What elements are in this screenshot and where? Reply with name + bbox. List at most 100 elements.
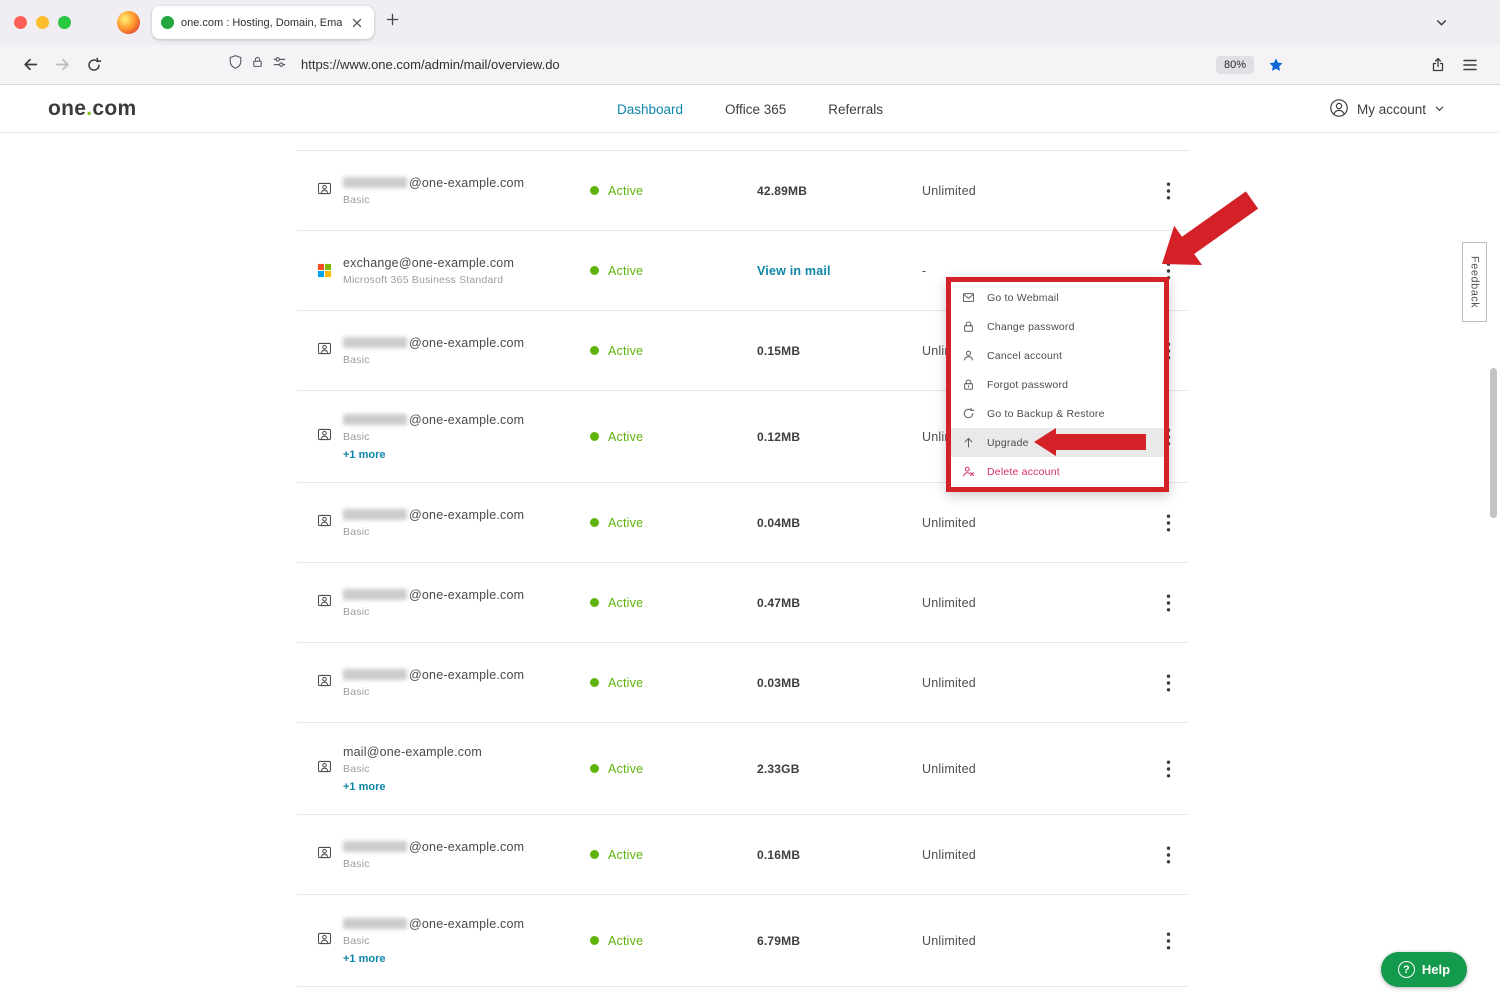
context-menu-item[interactable]: Forgot password bbox=[951, 370, 1164, 399]
zoom-level-badge[interactable]: 80% bbox=[1216, 56, 1254, 74]
row-actions-kebab-button[interactable] bbox=[1154, 509, 1182, 537]
email-domain: @one-example.com bbox=[409, 176, 524, 190]
nav-link-office-365[interactable]: Office 365 bbox=[725, 102, 786, 117]
menu-icon[interactable] bbox=[1454, 50, 1486, 80]
my-account-menu[interactable]: My account bbox=[1329, 85, 1445, 133]
row-actions-kebab-button[interactable] bbox=[1154, 177, 1182, 205]
status-cell: Active bbox=[587, 516, 752, 530]
plan-label: Basic bbox=[343, 194, 524, 206]
question-mark-icon: ? bbox=[1398, 961, 1415, 978]
redacted-email-local bbox=[343, 414, 407, 425]
mail-account-icon bbox=[317, 513, 332, 533]
macos-window-controls bbox=[14, 16, 71, 29]
context-menu-item[interactable]: Change password bbox=[951, 312, 1164, 341]
nav-link-referrals[interactable]: Referrals bbox=[828, 102, 883, 117]
shield-icon[interactable] bbox=[228, 54, 243, 75]
plan-label: Basic bbox=[343, 354, 524, 366]
context-menu-item[interactable]: Go to Webmail bbox=[951, 283, 1164, 312]
plan-label: Basic bbox=[343, 526, 524, 538]
status-cell: Active bbox=[587, 762, 752, 776]
row-actions-kebab-button[interactable] bbox=[1154, 755, 1182, 783]
more-accounts-link[interactable]: +1 more bbox=[343, 781, 482, 793]
email-domain: @one-example.com bbox=[409, 840, 524, 854]
plan-label: Basic bbox=[343, 858, 524, 870]
table-row: @one-example.com Basic Active 0.04MB Unl… bbox=[297, 483, 1189, 563]
tab-close-icon[interactable] bbox=[349, 15, 365, 31]
url-text[interactable]: https://www.one.com/admin/mail/overview.… bbox=[301, 57, 560, 72]
table-row: @one-example.com Basic Active 42.89MB Un… bbox=[297, 151, 1189, 231]
back-icon[interactable] bbox=[14, 50, 46, 80]
row-actions-kebab-button[interactable] bbox=[1154, 589, 1182, 617]
email-domain: @one-example.com bbox=[409, 668, 524, 682]
status-cell: Active bbox=[587, 344, 752, 358]
page-scrollbar-thumb[interactable] bbox=[1490, 368, 1497, 518]
row-actions-kebab-button[interactable] bbox=[1154, 841, 1182, 869]
email-cell: exchange@one-example.com Microsoft 365 B… bbox=[297, 256, 587, 286]
row-actions-kebab-button[interactable] bbox=[1154, 669, 1182, 697]
status-dot-icon bbox=[590, 764, 599, 773]
quota-value: Unlimited bbox=[917, 516, 1147, 530]
row-actions-kebab-button[interactable] bbox=[1154, 927, 1182, 955]
status-label: Active bbox=[608, 184, 643, 198]
quota-value: Unlimited bbox=[917, 596, 1147, 610]
email-cell: @one-example.com Basic bbox=[297, 508, 587, 538]
status-dot-icon bbox=[590, 266, 599, 275]
tab-overflow-chevron-icon[interactable] bbox=[1435, 16, 1448, 34]
status-label: Active bbox=[608, 430, 643, 444]
save-page-icon[interactable] bbox=[1422, 50, 1454, 80]
context-menu-item[interactable]: Delete account bbox=[951, 457, 1164, 486]
new-tab-button[interactable] bbox=[386, 13, 399, 31]
nav-link-dashboard[interactable]: Dashboard bbox=[617, 102, 683, 117]
status-dot-icon bbox=[590, 850, 599, 859]
onecom-logo[interactable]: one.com bbox=[48, 97, 136, 121]
cancel-account-icon bbox=[962, 349, 976, 362]
mail-account-icon bbox=[317, 931, 332, 951]
email-cell: @one-example.com Basic +1 more bbox=[297, 413, 587, 461]
email-local: mail bbox=[343, 745, 367, 759]
tab-title: one.com : Hosting, Domain, Ema bbox=[181, 17, 342, 29]
email-address: @one-example.com bbox=[343, 508, 524, 522]
email-address: @one-example.com bbox=[343, 176, 524, 190]
redacted-email-local bbox=[343, 509, 407, 520]
context-menu-item[interactable]: Upgrade bbox=[951, 428, 1164, 457]
firefox-icon bbox=[117, 11, 140, 34]
table-row: @one-example.com Basic Active 0.16MB Unl… bbox=[297, 815, 1189, 895]
macos-minimize-button[interactable] bbox=[36, 16, 49, 29]
macos-zoom-button[interactable] bbox=[58, 16, 71, 29]
more-accounts-link[interactable]: +1 more bbox=[343, 953, 524, 965]
more-accounts-link[interactable]: +1 more bbox=[343, 449, 524, 461]
help-button[interactable]: ? Help bbox=[1381, 952, 1467, 987]
plan-label: Basic bbox=[343, 686, 524, 698]
storage-value: 0.12MB bbox=[752, 430, 917, 444]
browser-toolbar: https://www.one.com/admin/mail/overview.… bbox=[0, 45, 1500, 85]
browser-tab[interactable]: one.com : Hosting, Domain, Ema bbox=[152, 6, 374, 39]
redacted-email-local bbox=[343, 841, 407, 852]
storage-value[interactable]: View in mail bbox=[752, 264, 917, 278]
email-domain: @one-example.com bbox=[409, 336, 524, 350]
permissions-icon[interactable] bbox=[272, 55, 287, 74]
lock-icon[interactable] bbox=[251, 55, 264, 74]
macos-close-button[interactable] bbox=[14, 16, 27, 29]
status-dot-icon bbox=[590, 936, 599, 945]
context-menu-item[interactable]: Cancel account bbox=[951, 341, 1164, 370]
context-menu-item-label: Go to Backup & Restore bbox=[987, 408, 1105, 420]
bookmark-star-icon[interactable] bbox=[1262, 51, 1290, 79]
forward-icon[interactable] bbox=[46, 50, 78, 80]
storage-value: 0.16MB bbox=[752, 848, 917, 862]
url-bar[interactable]: https://www.one.com/admin/mail/overview.… bbox=[228, 51, 1290, 79]
email-cell: @one-example.com Basic +1 more bbox=[297, 917, 587, 965]
reload-icon[interactable] bbox=[78, 50, 110, 80]
redacted-email-local bbox=[343, 669, 407, 680]
email-cell: @one-example.com Basic bbox=[297, 588, 587, 618]
context-menu-item[interactable]: Go to Backup & Restore bbox=[951, 399, 1164, 428]
status-cell: Active bbox=[587, 848, 752, 862]
status-dot-icon bbox=[590, 598, 599, 607]
status-dot-icon bbox=[590, 432, 599, 441]
email-domain: @one-example.com bbox=[399, 256, 514, 270]
email-text-block: mail@one-example.com Basic +1 more bbox=[343, 745, 482, 793]
feedback-tab[interactable]: Feedback bbox=[1462, 242, 1487, 322]
context-menu-item-label: Forgot password bbox=[987, 379, 1068, 391]
mail-account-icon bbox=[317, 181, 332, 201]
table-row: @one-example.com Basic +1 more Active 6.… bbox=[297, 895, 1189, 987]
email-text-block: @one-example.com Basic bbox=[343, 176, 524, 206]
